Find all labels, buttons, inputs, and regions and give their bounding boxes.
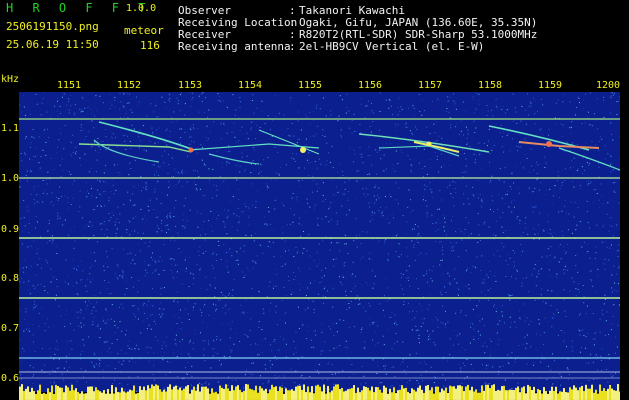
meteor-streak [188, 143, 320, 151]
time-axis: 1151 1152 1153 1154 1155 1156 1157 1158 … [0, 80, 629, 92]
time-tick: 1151 [57, 80, 82, 91]
noise-layer [19, 92, 620, 392]
antenna-label: Receiving antenna [178, 40, 291, 53]
time-tick: 1157 [418, 80, 443, 91]
app-version: 1.0.0 [126, 3, 157, 14]
meteor-head [426, 141, 432, 147]
antenna-separator: : [289, 40, 296, 53]
spectrogram-image [19, 92, 620, 392]
meteor-head [546, 141, 552, 147]
freq-tick: 1.0 [1, 173, 20, 184]
header-panel: H R O F F T 1.0.0 2506191150.png 25.06.1… [0, 0, 629, 80]
freq-tick: 0.9 [1, 224, 20, 235]
meteor-streak [258, 129, 320, 155]
time-tick: 1159 [538, 80, 563, 91]
meteor-head [300, 147, 306, 153]
meteor-streak [208, 153, 260, 165]
time-tick: 1155 [298, 80, 323, 91]
time-tick: 1154 [238, 80, 263, 91]
event-count: 116 [140, 39, 160, 52]
antenna-value: 2el-HB9CV Vertical (el. E-W) [299, 40, 485, 53]
freq-tick: 1.1 [1, 123, 20, 134]
meteor-head [188, 147, 194, 153]
time-tick: 1156 [358, 80, 383, 91]
meteor-streak [378, 145, 460, 157]
freq-tick: 0.6 [1, 373, 20, 384]
freq-tick: 0.8 [1, 273, 20, 284]
meteor-streak [93, 139, 160, 163]
time-tick: 1153 [178, 80, 203, 91]
meteor-streak [558, 147, 620, 171]
time-tick: 1200 [596, 80, 621, 91]
meteor-streak [518, 141, 600, 149]
spectrogram-plot [19, 92, 620, 392]
noise-floor-bar [19, 384, 620, 400]
freq-tick: 0.7 [1, 323, 20, 334]
time-tick: 1158 [478, 80, 503, 91]
time-tick: 1152 [117, 80, 142, 91]
event-type: meteor [124, 24, 164, 37]
capture-datetime: 25.06.19 11:50 [6, 38, 99, 51]
file-name: 2506191150.png [6, 20, 99, 33]
